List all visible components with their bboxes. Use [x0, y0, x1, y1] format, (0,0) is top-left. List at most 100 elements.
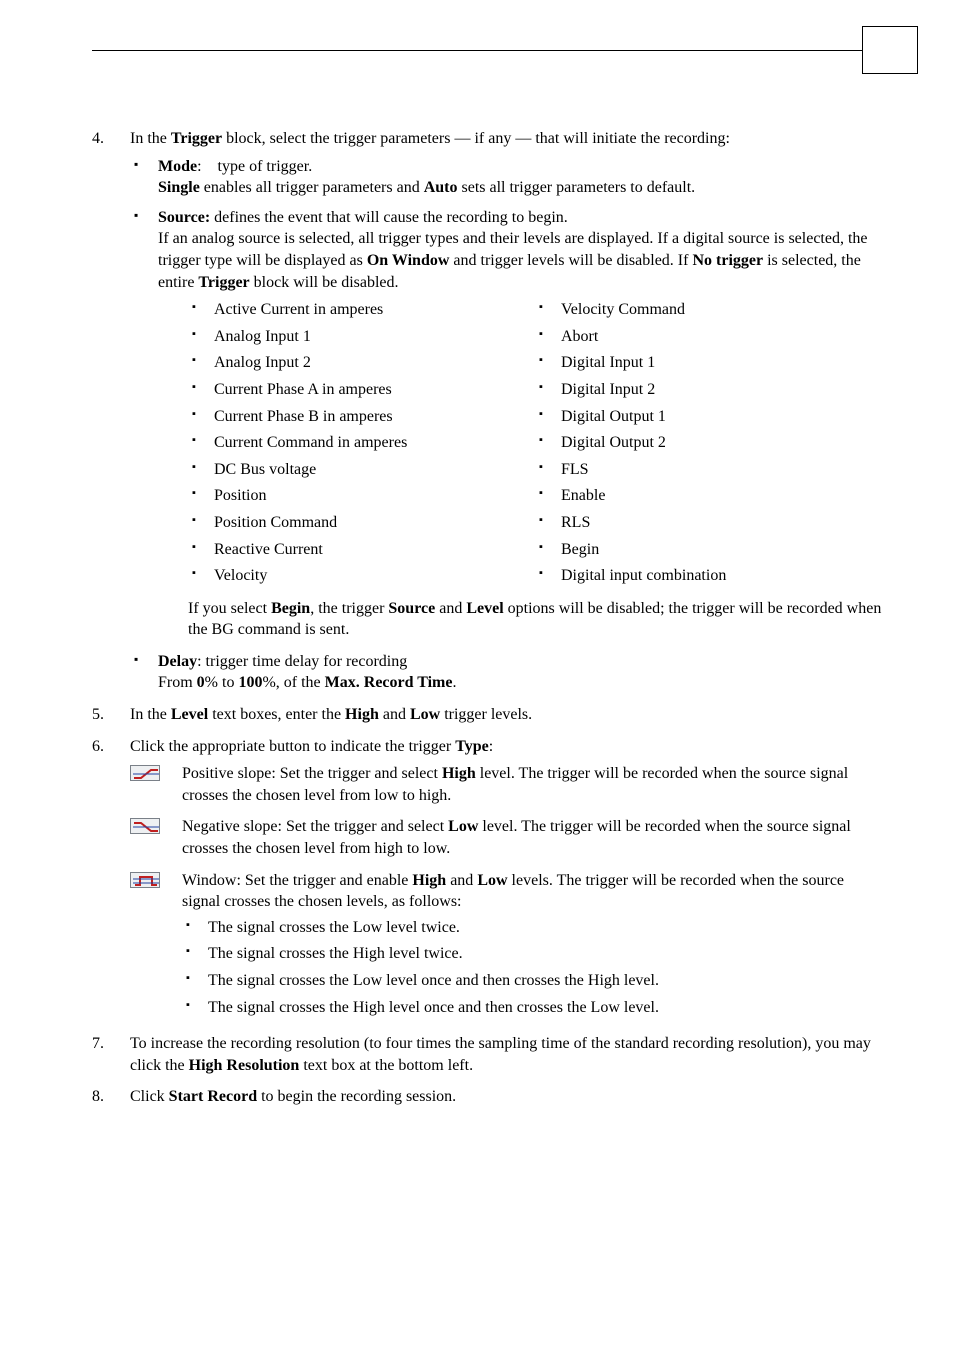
high-bold: High [442, 765, 476, 782]
step-4: 4. In the Trigger block, select the trig… [92, 128, 882, 694]
list-item: Digital input combination [535, 565, 882, 587]
text: Click the appropriate button to indicate… [130, 738, 455, 755]
negative-slope-row: Negative slope: Set the trigger and sele… [130, 816, 882, 859]
list-item: Abort [535, 326, 882, 348]
source-col-right: Velocity Command Abort Digital Input 1 D… [535, 299, 882, 592]
text: : trigger time delay for recording [197, 653, 407, 670]
text: : type of trigger. [197, 158, 312, 175]
step-number: 4. [92, 128, 120, 150]
header-box [862, 26, 918, 74]
step-7: 7. To increase the recording resolution … [92, 1033, 882, 1076]
source-two-col: Active Current in amperes Analog Input 1… [188, 299, 882, 592]
hundred-bold: 100 [238, 674, 262, 691]
window-icon [130, 870, 182, 1024]
list-item: FLS [535, 459, 882, 481]
list-item: Digital Output 2 [535, 432, 882, 454]
mode-bullet: Mode: type of trigger. Single enables al… [130, 156, 882, 199]
list-item: Analog Input 1 [188, 326, 535, 348]
list-item: Active Current in amperes [188, 299, 535, 321]
trigger-type-rows: Positive slope: Set the trigger and sele… [130, 763, 882, 1023]
list-item: Digital Input 1 [535, 352, 882, 374]
text: trigger levels. [440, 706, 532, 723]
text: and [379, 706, 410, 723]
high-bold: High [345, 706, 379, 723]
list-item: The signal crosses the High level once a… [182, 997, 882, 1019]
step4-intro: In the Trigger block, select the trigger… [130, 130, 730, 147]
list-item: Reactive Current [188, 539, 535, 561]
text: In the [130, 130, 171, 147]
step-number: 6. [92, 736, 120, 758]
step-6: 6. Click the appropriate button to indic… [92, 736, 882, 1024]
window-text: Window: Set the trigger and enable High … [182, 870, 882, 1024]
text: and [446, 872, 477, 889]
text: and [435, 600, 466, 617]
zero-bold: 0 [197, 674, 205, 691]
text: %, of the [262, 674, 324, 691]
max-record-bold: Max. Record Time [325, 674, 453, 691]
high-res-bold: High Resolution [189, 1057, 300, 1074]
list-item: Position [188, 485, 535, 507]
list-item: Current Phase A in amperes [188, 379, 535, 401]
text: Click [130, 1088, 169, 1105]
source-right-list: Velocity Command Abort Digital Input 1 D… [535, 299, 882, 587]
no-trigger-bold: No trigger [692, 252, 763, 269]
text: From [158, 674, 197, 691]
text: sets all trigger parameters to default. [457, 179, 695, 196]
list-item: The signal crosses the Low level twice. [182, 917, 882, 939]
list-item: DC Bus voltage [188, 459, 535, 481]
source-bold: Source [388, 600, 435, 617]
text: , the trigger [310, 600, 388, 617]
text: defines the event that will cause the re… [210, 209, 568, 226]
list-item: Position Command [188, 512, 535, 534]
step-number: 8. [92, 1086, 120, 1108]
list-item: Velocity Command [535, 299, 882, 321]
step8-text: Click Start Record to begin the recordin… [130, 1088, 456, 1105]
step7-text: To increase the recording resolution (to… [130, 1035, 871, 1074]
list-item: The signal crosses the Low level once an… [182, 970, 882, 992]
start-record-bold: Start Record [169, 1088, 257, 1105]
on-window-bold: On Window [367, 252, 450, 269]
low-bold: Low [448, 818, 478, 835]
header-rule [92, 50, 882, 51]
text: . [452, 674, 456, 691]
list-item: Analog Input 2 [188, 352, 535, 374]
list-item: Enable [535, 485, 882, 507]
list-item: Current Phase B in amperes [188, 406, 535, 428]
text: Positive slope: Set the trigger and sele… [182, 765, 442, 782]
level-bold: Level [171, 706, 208, 723]
high-bold: High [412, 872, 446, 889]
text: If you select [188, 600, 271, 617]
list-item: The signal crosses the High level twice. [182, 943, 882, 965]
source-col-left: Active Current in amperes Analog Input 1… [188, 299, 535, 592]
step6-text: Click the appropriate button to indicate… [130, 738, 493, 755]
text: block will be disabled. [250, 274, 399, 291]
text: % to [205, 674, 239, 691]
step-5: 5. In the Level text boxes, enter the Hi… [92, 704, 882, 726]
list-item: Current Command in amperes [188, 432, 535, 454]
positive-slope-icon [130, 763, 182, 806]
begin-note: If you select Begin, the trigger Source … [188, 598, 882, 641]
list-item: Velocity [188, 565, 535, 587]
positive-slope-row: Positive slope: Set the trigger and sele… [130, 763, 882, 806]
negative-slope-text: Negative slope: Set the trigger and sele… [182, 816, 882, 859]
level-bold: Level [466, 600, 503, 617]
text: Window: Set the trigger and enable [182, 872, 412, 889]
type-bold: Type [455, 738, 488, 755]
list-item: Digital Input 2 [535, 379, 882, 401]
list-item: RLS [535, 512, 882, 534]
low-bold: Low [477, 872, 507, 889]
list-item: Digital Output 1 [535, 406, 882, 428]
text: text boxes, enter the [208, 706, 345, 723]
low-bold: Low [410, 706, 440, 723]
text: text box at the bottom left. [299, 1057, 473, 1074]
delay-label: Delay [158, 653, 197, 670]
delay-bullet: Delay: trigger time delay for recording … [130, 651, 882, 694]
auto-bold: Auto [424, 179, 458, 196]
trigger-bold: Trigger [171, 130, 222, 147]
list-item: Begin [535, 539, 882, 561]
text: In the [130, 706, 171, 723]
source-label: Source: [158, 209, 210, 226]
text: block, select the trigger parameters — i… [222, 130, 730, 147]
window-sublist: The signal crosses the Low level twice. … [182, 917, 882, 1018]
main-list: 4. In the Trigger block, select the trig… [92, 128, 882, 1108]
